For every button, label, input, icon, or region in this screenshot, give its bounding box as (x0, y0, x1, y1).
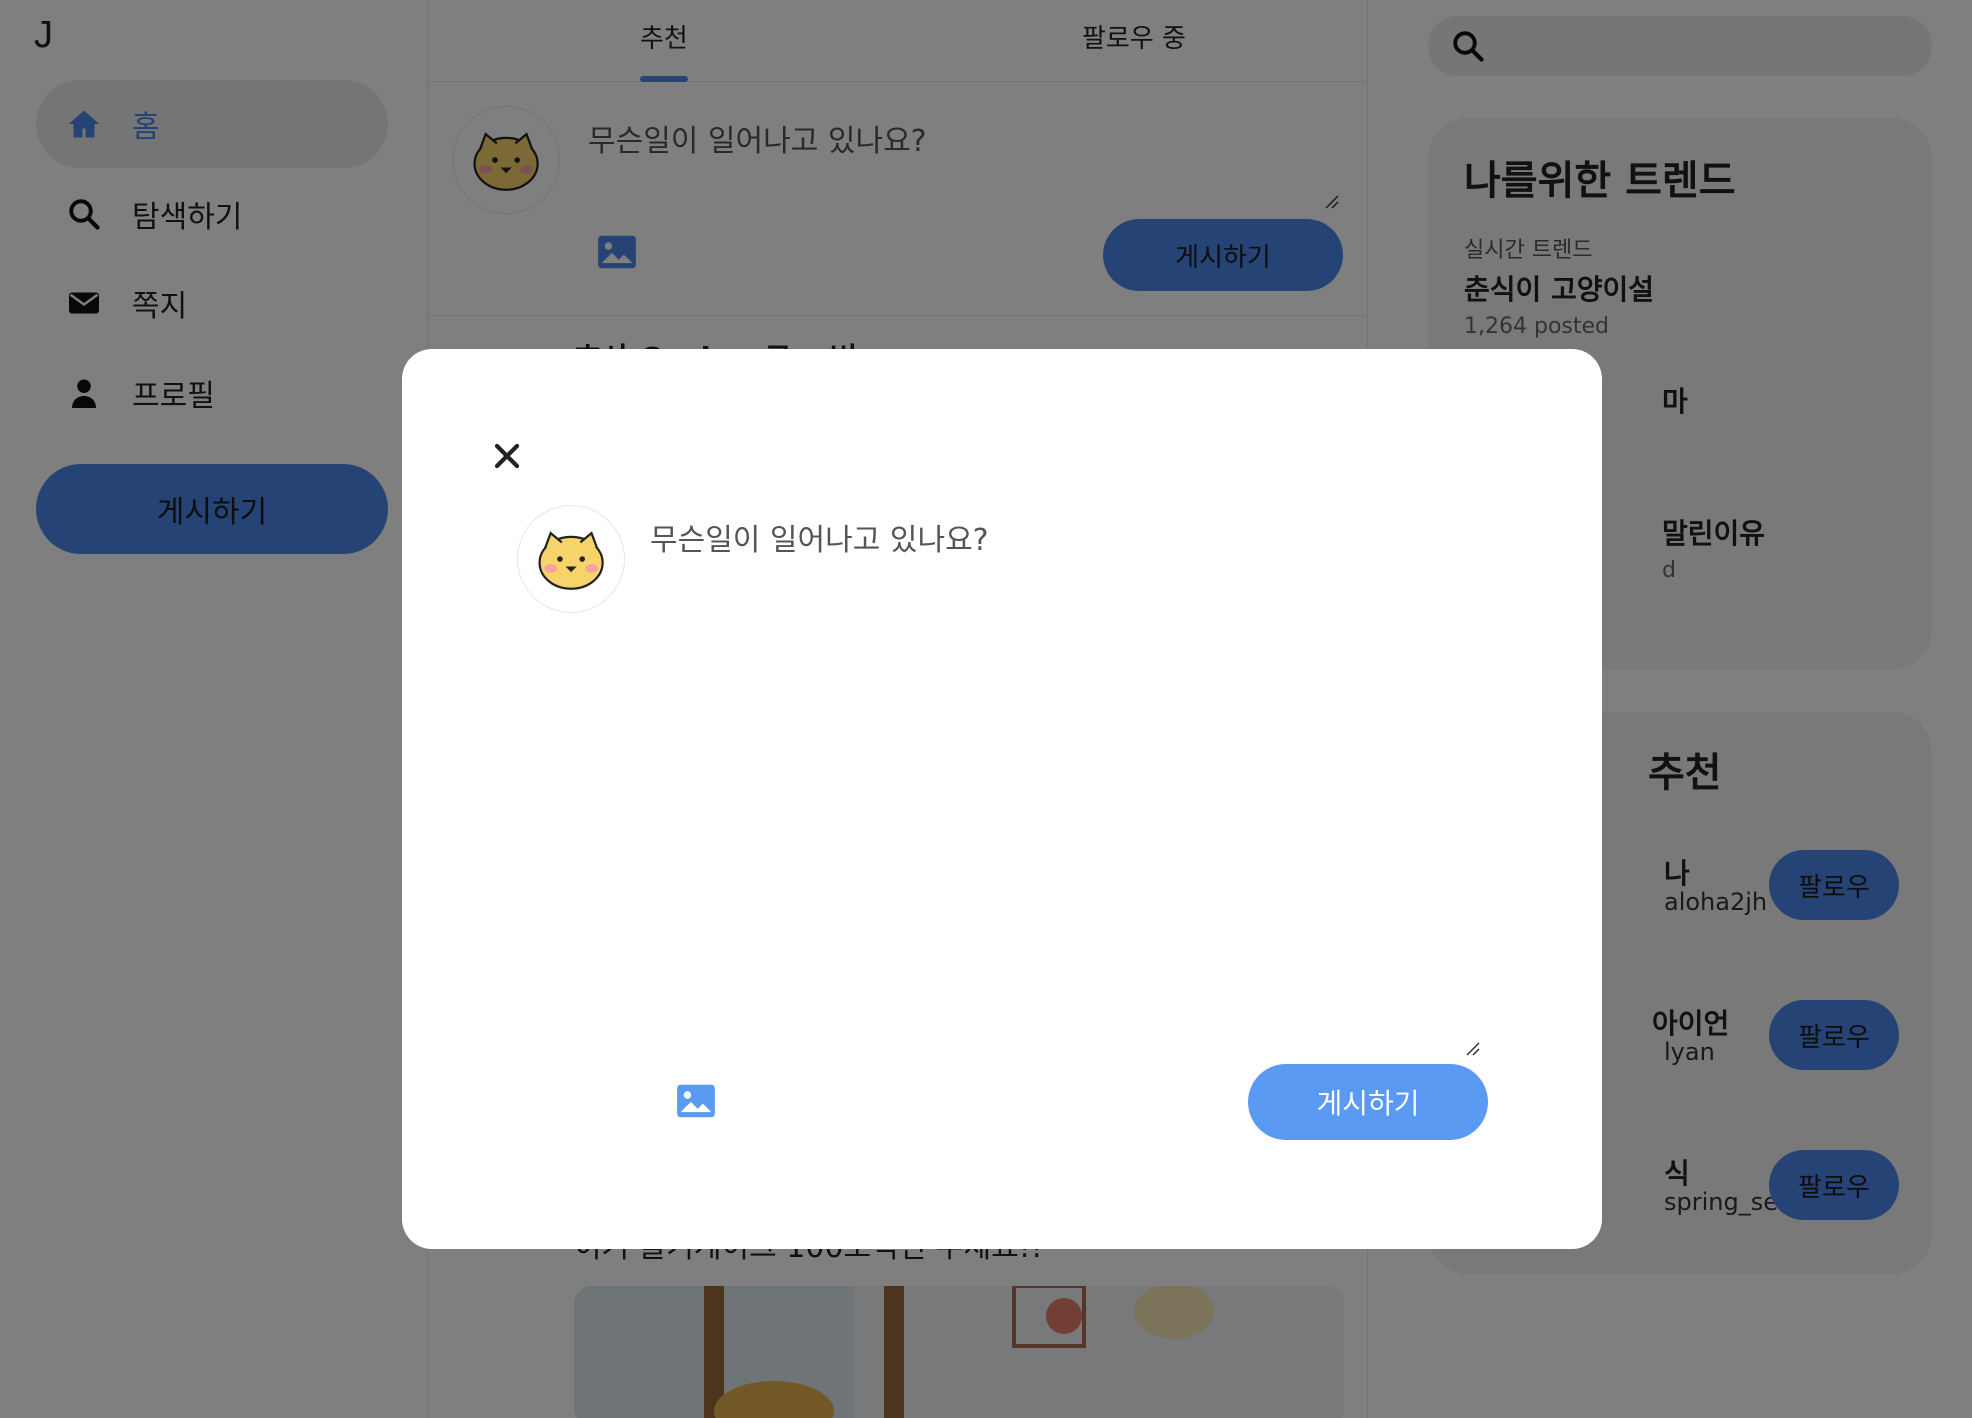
modal-compose-input[interactable]: 무슨일이 일어나고 있나요? (650, 515, 989, 559)
modal-post-button[interactable]: 게시하기 (1248, 1064, 1488, 1140)
compose-modal: 무슨일이 일어나고 있나요? 게시하기 (402, 349, 1602, 1249)
avatar (517, 505, 625, 613)
close-icon[interactable] (492, 441, 522, 471)
app-root: J 홈 탐색하기 쪽지 프로필 게시하기 (0, 0, 1972, 1418)
cat-avatar-icon (538, 531, 604, 590)
image-upload-icon[interactable] (675, 1083, 717, 1119)
resize-handle-icon[interactable] (1465, 1041, 1481, 1057)
